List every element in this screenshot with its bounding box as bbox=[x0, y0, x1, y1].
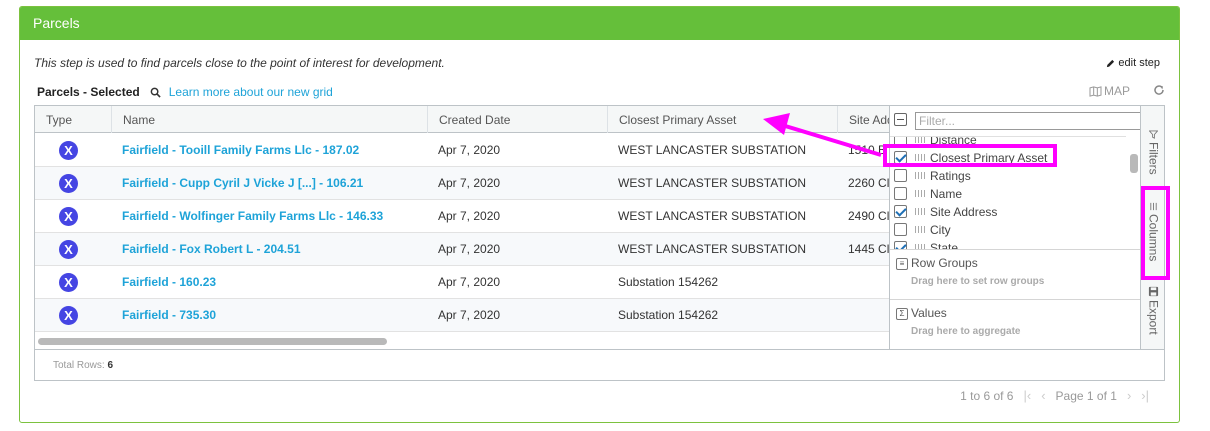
annotation-arrow-icon bbox=[763, 113, 882, 157]
